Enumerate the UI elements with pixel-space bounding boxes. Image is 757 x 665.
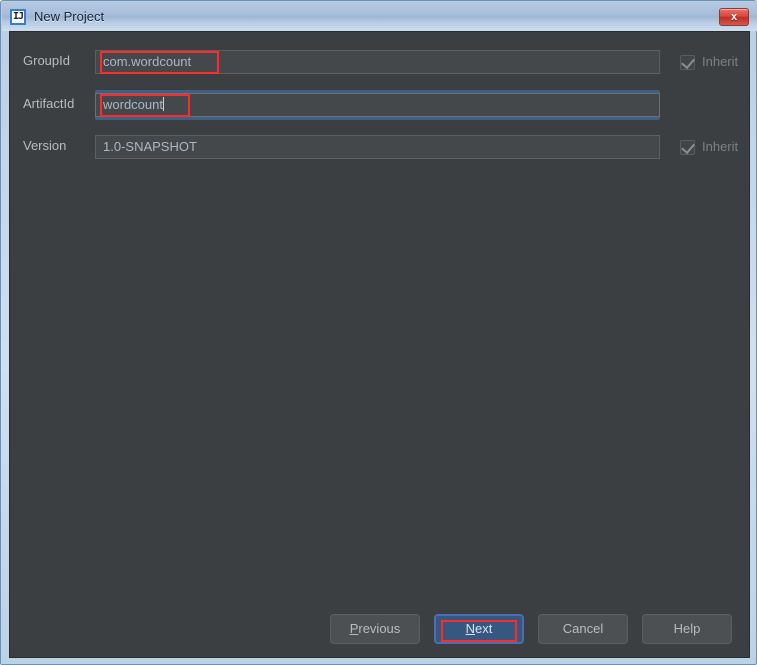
form-row-version: Version 1.0-SNAPSHOT Inherit (10, 132, 751, 162)
text-caret (162, 97, 164, 111)
dialog-content: GroupId com.wordcount Inherit ArtifactId… (9, 31, 750, 658)
version-input[interactable]: 1.0-SNAPSHOT (95, 135, 660, 159)
check-icon (681, 54, 695, 69)
title-bar-left: IJ New Project (10, 2, 104, 31)
new-project-dialog-window: IJ New Project x GroupId com.wordcount I… (0, 0, 757, 665)
window-title: New Project (34, 8, 105, 24)
next-button[interactable]: Next (434, 614, 524, 644)
groupid-inherit-checkbox[interactable] (680, 54, 695, 70)
form-row-artifactid: ArtifactId wordcount (10, 90, 751, 120)
version-inherit-group[interactable]: Inherit (680, 138, 738, 156)
groupid-inherit-group[interactable]: Inherit (680, 53, 738, 71)
version-label: Version (23, 138, 67, 153)
dialog-button-bar: Previous Next Cancel Help (10, 610, 751, 658)
check-icon (681, 139, 695, 154)
intellij-idea-icon: IJ (10, 8, 26, 25)
close-button[interactable]: x (719, 8, 749, 26)
version-inherit-label: Inherit (702, 139, 739, 154)
form-row-groupid: GroupId com.wordcount Inherit (10, 47, 751, 77)
groupid-input[interactable]: com.wordcount (95, 50, 660, 74)
artifactid-input-value: wordcount (103, 97, 163, 112)
title-bar[interactable]: IJ New Project x (2, 2, 757, 31)
artifactid-label: ArtifactId (23, 96, 75, 111)
groupid-label: GroupId (23, 53, 70, 68)
next-button-label: ext (475, 621, 493, 636)
artifactid-input[interactable]: wordcount (95, 93, 660, 117)
groupid-field-wrapper[interactable]: com.wordcount (95, 47, 660, 77)
version-field-wrapper[interactable]: 1.0-SNAPSHOT (95, 132, 660, 162)
previous-button[interactable]: Previous (330, 614, 420, 644)
groupid-inherit-label: Inherit (702, 54, 739, 69)
artifactid-field-wrapper[interactable]: wordcount (95, 90, 660, 120)
close-icon: x (730, 11, 738, 23)
cancel-button[interactable]: Cancel (538, 614, 628, 644)
next-button-mnemonic: N (465, 621, 476, 636)
version-inherit-checkbox[interactable] (680, 139, 695, 155)
previous-button-label: revious (358, 621, 401, 636)
help-button[interactable]: Help (642, 614, 732, 644)
